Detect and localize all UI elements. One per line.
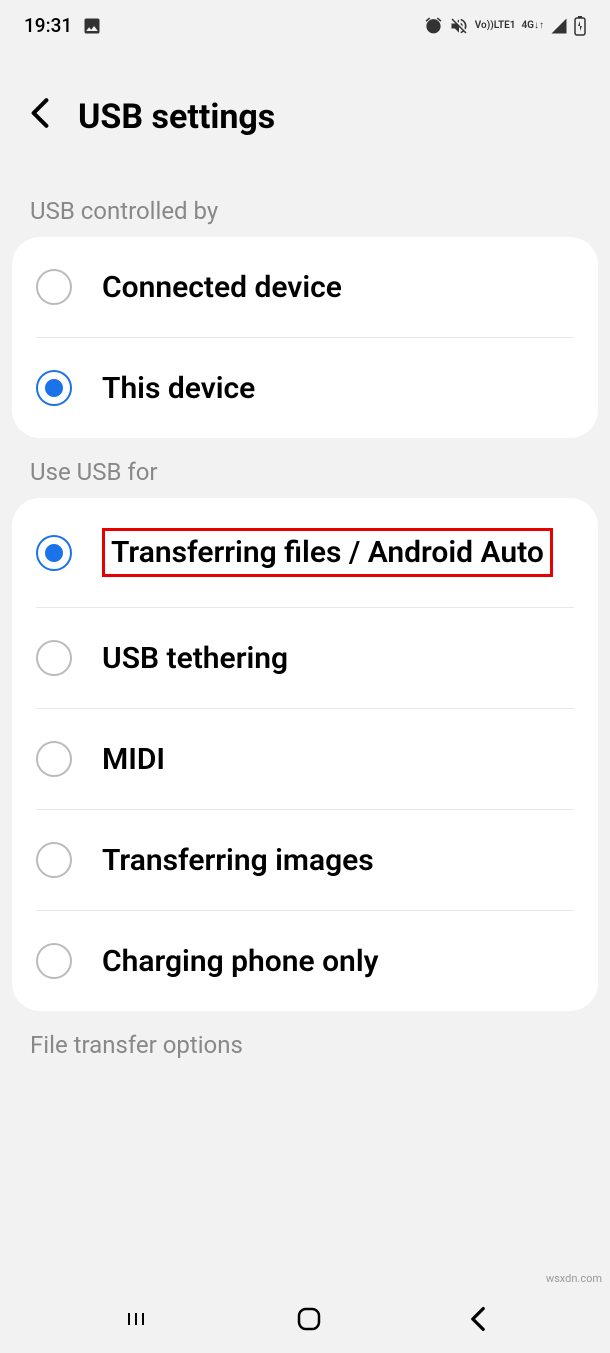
watermark: wsxdn.com bbox=[546, 1272, 602, 1285]
radio-label: MIDI bbox=[102, 740, 165, 779]
radio-label: This device bbox=[102, 369, 255, 408]
back-nav-button[interactable] bbox=[470, 1306, 486, 1338]
radio-label: Transferring files / Android Auto bbox=[111, 533, 544, 572]
section-use-for-label: Use USB for bbox=[0, 438, 610, 498]
radio-icon bbox=[36, 842, 72, 878]
radio-icon-selected bbox=[36, 370, 72, 406]
status-left: 19:31 bbox=[24, 14, 102, 37]
status-right: Vo)) LTE1 4G ↓↑ bbox=[424, 16, 586, 36]
radio-label: USB tethering bbox=[102, 639, 288, 678]
radio-this-device[interactable]: This device bbox=[12, 338, 598, 438]
navigation-bar bbox=[0, 1291, 610, 1353]
highlight-annotation: Transferring files / Android Auto bbox=[102, 528, 553, 577]
radio-midi[interactable]: MIDI bbox=[12, 709, 598, 809]
radio-icon bbox=[36, 640, 72, 676]
radio-icon bbox=[36, 943, 72, 979]
radio-icon bbox=[36, 269, 72, 305]
battery-icon bbox=[574, 16, 586, 36]
radio-icon bbox=[36, 741, 72, 777]
page-header: USB settings bbox=[0, 47, 610, 177]
page-title: USB settings bbox=[78, 97, 275, 137]
controlled-by-card: Connected device This device bbox=[12, 237, 598, 438]
image-icon bbox=[82, 16, 102, 36]
radio-label: Transferring images bbox=[102, 841, 374, 880]
home-button[interactable] bbox=[296, 1306, 322, 1338]
status-bar: 19:31 Vo)) LTE1 4G ↓↑ bbox=[0, 0, 610, 47]
radio-connected-device[interactable]: Connected device bbox=[12, 237, 598, 337]
radio-usb-tethering[interactable]: USB tethering bbox=[12, 608, 598, 708]
network-indicator: 4G ↓↑ bbox=[521, 21, 544, 30]
radio-label: Connected device bbox=[102, 268, 342, 307]
recent-apps-button[interactable] bbox=[124, 1307, 148, 1337]
radio-transferring-images[interactable]: Transferring images bbox=[12, 810, 598, 910]
mute-icon bbox=[449, 16, 469, 36]
alarm-icon bbox=[424, 16, 443, 35]
status-time: 19:31 bbox=[24, 14, 72, 37]
use-for-card: Transferring files / Android Auto USB te… bbox=[12, 498, 598, 1011]
volte-indicator: Vo)) LTE1 bbox=[475, 21, 516, 30]
radio-label: Charging phone only bbox=[102, 942, 379, 981]
radio-charging-only[interactable]: Charging phone only bbox=[12, 911, 598, 1011]
signal-icon bbox=[550, 17, 568, 35]
back-button[interactable] bbox=[30, 97, 50, 137]
radio-transferring-files[interactable]: Transferring files / Android Auto bbox=[12, 498, 598, 607]
section-file-transfer-label: File transfer options bbox=[0, 1011, 610, 1071]
section-controlled-by-label: USB controlled by bbox=[0, 177, 610, 237]
radio-icon-selected bbox=[36, 535, 72, 571]
